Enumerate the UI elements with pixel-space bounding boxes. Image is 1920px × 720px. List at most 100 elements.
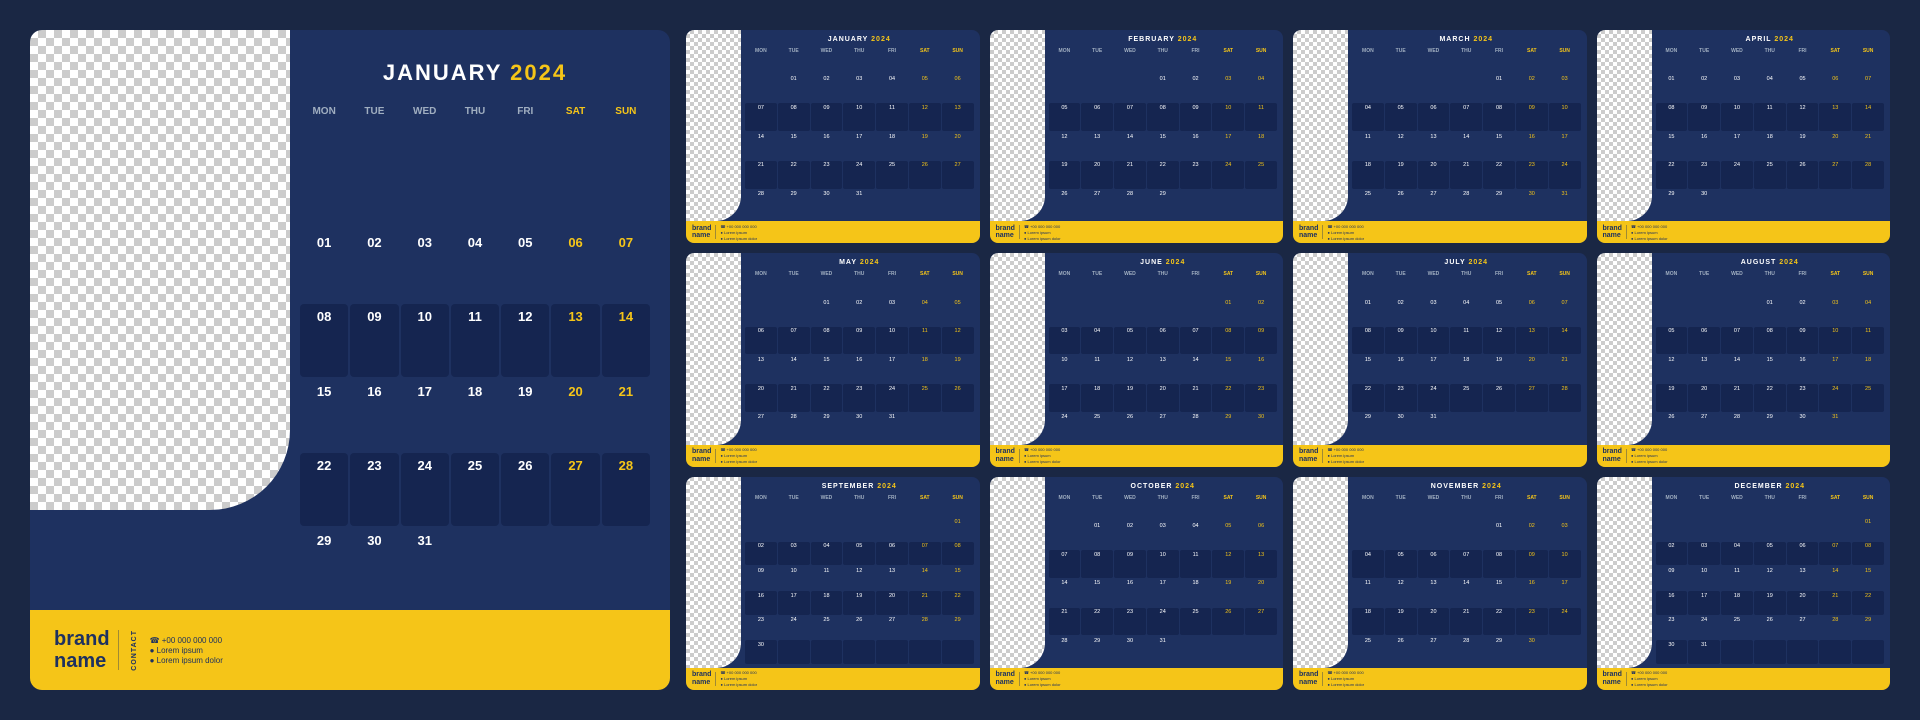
- mini-day: 05: [942, 298, 974, 326]
- mini-day: 07: [1852, 75, 1884, 103]
- mini-day: 30: [1385, 413, 1417, 441]
- mini-day: 29: [1352, 413, 1384, 441]
- mini-day: 10: [1721, 103, 1753, 131]
- left-cal-grid: MON TUE WED THU FRI SAT SUN 01: [300, 102, 650, 600]
- mini-day: 14: [1819, 566, 1851, 590]
- mini-day: 10: [1147, 550, 1179, 578]
- mini-cal-title: JULY 2024: [1352, 259, 1581, 266]
- mini-year: 2024: [1166, 259, 1186, 266]
- cal-day: [551, 170, 599, 227]
- mini-day: 27: [1418, 636, 1450, 664]
- mini-day: 08: [1852, 542, 1884, 566]
- mini-cal-content: JANUARY 2024 MONTUEWEDTHUFRISATSUN010203…: [686, 30, 980, 221]
- mini-day: 22: [1656, 161, 1688, 189]
- mini-day: 14: [909, 566, 941, 590]
- mini-day: 13: [876, 566, 908, 590]
- mini-day: [876, 517, 908, 541]
- mini-day: 29: [1754, 413, 1786, 441]
- mini-day: 19: [942, 355, 974, 383]
- mini-day: 07: [1450, 103, 1482, 131]
- mini-day: 30: [745, 640, 777, 664]
- mini-footer: brandname ☎ +00 000 000 000 ● Lorem ipsu…: [1293, 445, 1587, 467]
- mini-cal-section: MAY 2024 MONTUEWEDTHUFRISATSUN0102030405…: [741, 253, 980, 444]
- mini-day: [778, 517, 810, 541]
- mini-header: SUN: [1852, 47, 1884, 74]
- brand-name: brandname: [54, 628, 110, 672]
- mini-day: 16: [1688, 132, 1720, 160]
- mini-day: 13: [1819, 103, 1851, 131]
- mini-day: 26: [909, 161, 941, 189]
- mini-year: 2024: [1482, 483, 1502, 490]
- mini-header: TUE: [1385, 494, 1417, 521]
- mini-day: 01: [778, 75, 810, 103]
- mini-header: THU: [1147, 494, 1179, 521]
- mini-header: THU: [843, 270, 875, 297]
- mini-header: MON: [1656, 270, 1688, 297]
- mini-day: [1450, 521, 1482, 549]
- mini-contact-lines: ☎ +00 000 000 000 ● Lorem ipsum ● Lorem …: [1327, 447, 1364, 464]
- mini-day: 06: [745, 327, 777, 355]
- mini-day: 23: [1787, 384, 1819, 412]
- mini-contact-line: ● Lorem ipsum: [1327, 676, 1364, 681]
- mini-contact-line: ● Lorem ipsum: [1327, 453, 1364, 458]
- cal-day: 02: [350, 230, 398, 302]
- mini-header: THU: [1754, 270, 1786, 297]
- mini-day: [1516, 413, 1548, 441]
- mini-day: 06: [1787, 542, 1819, 566]
- mini-contact-line: ● Lorem ipsum: [1631, 230, 1668, 235]
- mini-day: 17: [1418, 355, 1450, 383]
- mini-day: 30: [1787, 413, 1819, 441]
- mini-day: 13: [1418, 579, 1450, 607]
- mini-day: [1245, 190, 1277, 218]
- mini-day: [1787, 190, 1819, 218]
- mini-photo-placeholder: [990, 253, 1045, 444]
- mini-day: 15: [1147, 132, 1179, 160]
- mini-header: MON: [1049, 270, 1081, 297]
- mini-day: 15: [1754, 355, 1786, 383]
- mini-header: SAT: [909, 270, 941, 297]
- mini-day: 27: [876, 616, 908, 640]
- mini-cal-april: APRIL 2024 MONTUEWEDTHUFRISATSUN01020304…: [1597, 30, 1891, 243]
- mini-day: 28: [1819, 616, 1851, 640]
- mini-header: TUE: [778, 270, 810, 297]
- mini-day: 18: [876, 132, 908, 160]
- mini-day: 19: [1385, 608, 1417, 636]
- mini-cal-content: MAY 2024 MONTUEWEDTHUFRISATSUN0102030405…: [686, 253, 980, 444]
- mini-day: 20: [1418, 161, 1450, 189]
- mini-header: TUE: [1385, 270, 1417, 297]
- mini-day: 19: [1114, 384, 1146, 412]
- mini-day: 06: [1081, 103, 1113, 131]
- mini-day: 16: [1245, 355, 1277, 383]
- mini-contact-line: ● Lorem ipsum: [720, 676, 757, 681]
- cal-day: 22: [300, 453, 348, 525]
- mini-header: SUN: [1852, 270, 1884, 297]
- mini-day: 17: [876, 355, 908, 383]
- mini-contact-line: ☎ +00 000 000 000: [1631, 447, 1668, 452]
- mini-header: MON: [1049, 494, 1081, 521]
- mini-contact-line: ● Lorem ipsum dolor: [1631, 236, 1668, 241]
- left-calendar-section: JANUARY 2024 MON TUE WED THU FRI SAT SUN: [290, 30, 670, 610]
- mini-day: 22: [1081, 608, 1113, 636]
- mini-day: 22: [1852, 591, 1884, 615]
- mini-divider: [1322, 225, 1323, 239]
- mini-header: TUE: [1081, 47, 1113, 74]
- mini-day: 24: [1819, 384, 1851, 412]
- mini-day: 27: [1688, 413, 1720, 441]
- mini-day: 04: [909, 298, 941, 326]
- mini-day: 19: [1754, 591, 1786, 615]
- mini-day: 10: [843, 103, 875, 131]
- mini-day: 25: [1754, 161, 1786, 189]
- mini-day: 12: [909, 103, 941, 131]
- mini-day: 15: [1483, 132, 1515, 160]
- mini-cal-march: MARCH 2024 MONTUEWEDTHUFRISATSUN01020304…: [1293, 30, 1587, 243]
- mini-day: 19: [1656, 384, 1688, 412]
- mini-day: [909, 640, 941, 664]
- mini-day: 18: [1352, 161, 1384, 189]
- mini-day: 06: [1418, 103, 1450, 131]
- mini-brand: brandname: [1299, 448, 1318, 463]
- mini-day: 07: [778, 327, 810, 355]
- mini-cal-title: DECEMBER 2024: [1656, 483, 1885, 490]
- cal-day: 24: [401, 453, 449, 525]
- mini-day: 09: [1245, 327, 1277, 355]
- mini-day: [1721, 298, 1753, 326]
